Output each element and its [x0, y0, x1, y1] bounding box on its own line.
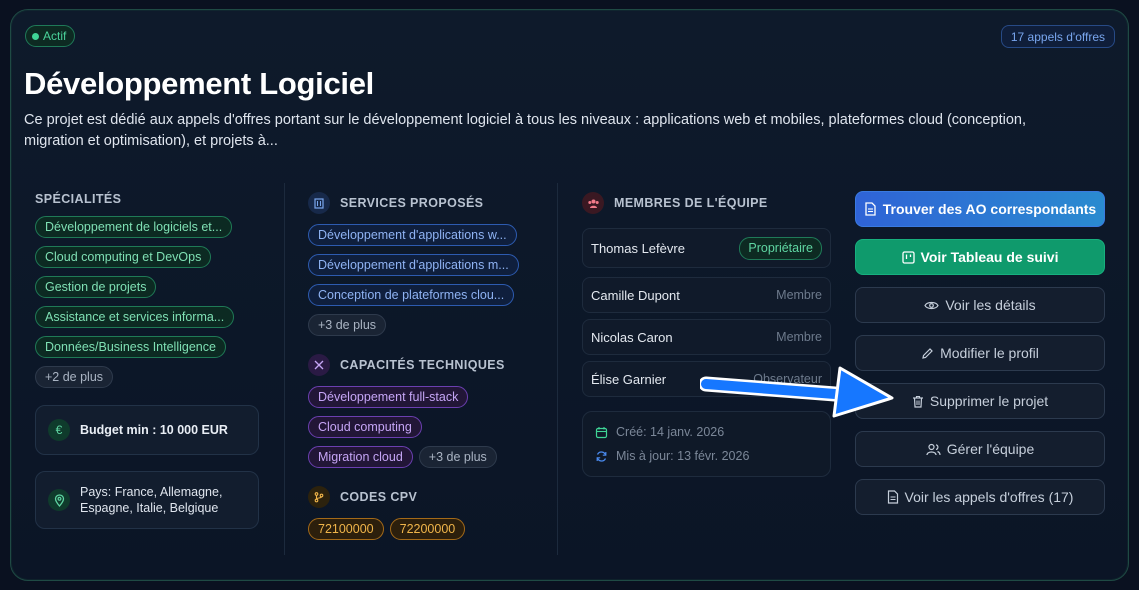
manage-team-button[interactable]: Gérer l'équipe — [855, 431, 1105, 467]
member-name: Élise Garnier — [591, 371, 667, 387]
service-tag: Développement d'applications m... — [308, 254, 519, 276]
services-title-label: SERVICES PROPOSÉS — [340, 196, 484, 210]
equipe-title: MEMBRES DE L'ÉQUIPE — [582, 192, 768, 214]
services-title: SERVICES PROPOSÉS — [308, 192, 483, 214]
services-more-tag[interactable]: +3 de plus — [308, 314, 387, 336]
member-role: Membre — [776, 330, 822, 344]
capacites-more-tag[interactable]: +3 de plus — [418, 446, 497, 468]
refresh-icon — [596, 450, 607, 462]
status-badge: Actif — [25, 25, 76, 47]
team-member-row[interactable]: Thomas Lefèvre Propriétaire — [582, 228, 831, 268]
find-ao-label: Trouver des AO correspondants — [882, 201, 1097, 217]
delete-project-label: Supprimer le projet — [929, 393, 1049, 409]
capacite-tag: Cloud computing — [308, 416, 422, 438]
details-button[interactable]: Voir les détails — [855, 287, 1105, 323]
status-dot-icon — [32, 32, 39, 40]
cpv-tag: 72200000 — [389, 518, 466, 540]
team-member-row[interactable]: Nicolas Caron Membre — [582, 319, 831, 355]
capacite-tag: Migration cloud — [308, 446, 413, 468]
updated-row: Mis à jour: 13 févr. 2026 — [595, 449, 749, 463]
specialites-more-tag[interactable]: +2 de plus — [35, 366, 114, 388]
view-ao-button[interactable]: Voir les appels d'offres (17) — [855, 479, 1105, 515]
member-role-badge: Propriétaire — [739, 236, 822, 260]
created-date: Créé: 14 janv. 2026 — [616, 425, 725, 439]
pays-label: Pays: France, Allemagne, Espagne, Italie… — [80, 485, 223, 515]
calendar-icon — [595, 426, 608, 438]
board-label: Voir Tableau de suivi — [920, 249, 1059, 265]
tools-icon — [308, 354, 330, 376]
location-pin-icon — [48, 489, 70, 511]
member-name: Nicolas Caron — [591, 329, 673, 345]
specialite-tag: Gestion de projets — [35, 276, 157, 298]
specialites-title: SPÉCIALITÉS — [35, 192, 121, 206]
budget-label: Budget min : 10 000 EUR — [80, 423, 228, 437]
ao-count-badge: 17 appels d'offres — [1000, 25, 1115, 48]
service-tag: Développement d'applications w... — [308, 224, 517, 246]
member-name: Camille Dupont — [591, 287, 680, 303]
service-tag: Conception de plateformes clou... — [308, 284, 515, 306]
find-ao-button[interactable]: Trouver des AO correspondants — [855, 191, 1105, 227]
board-button[interactable]: Voir Tableau de suivi — [855, 239, 1105, 275]
specialite-tag: Assistance et services informa... — [35, 306, 235, 328]
building-icon — [308, 192, 330, 214]
cpv-tag: 72100000 — [308, 518, 384, 540]
capacite-tag: Développement full-stack — [308, 386, 469, 408]
specialite-tag: Données/Business Intelligence — [35, 336, 226, 358]
created-row: Créé: 14 janv. 2026 — [595, 425, 724, 439]
member-name: Thomas Lefèvre — [591, 240, 685, 256]
document-icon — [865, 202, 876, 216]
member-role: Membre — [776, 288, 822, 302]
capacites-title-label: CAPACITÉS TECHNIQUES — [340, 358, 505, 372]
specialites-title-label: SPÉCIALITÉS — [35, 192, 122, 206]
pencil-icon — [922, 347, 933, 359]
euro-icon: € — [48, 419, 70, 441]
cpv-tags: 72100000 72200000 — [308, 518, 466, 540]
project-description: Ce projet est dédié aux appels d'offres … — [24, 112, 1026, 149]
page-title: Développement Logiciel — [24, 66, 374, 101]
specialite-tag: Cloud computing et DevOps — [35, 246, 212, 268]
specialites-tags: Développement de logiciels et... Cloud c… — [35, 216, 235, 388]
branch-icon — [308, 486, 330, 508]
specialite-tag: Développement de logiciels et... — [35, 216, 233, 238]
status-label: Actif — [43, 29, 67, 43]
users-outline-icon — [926, 443, 941, 455]
cpv-title: CODES CPV — [308, 486, 417, 508]
edit-profile-label: Modifier le profil — [940, 345, 1039, 361]
pointer-arrow-icon — [700, 366, 894, 418]
equipe-title-label: MEMBRES DE L'ÉQUIPE — [614, 196, 768, 210]
column-divider — [284, 183, 285, 555]
services-tags: Développement d'applications w... Dévelo… — [308, 224, 519, 336]
budget-box: € Budget min : 10 000 EUR — [35, 405, 259, 455]
file-text-icon — [887, 490, 898, 504]
users-icon — [582, 192, 604, 214]
cpv-title-label: CODES CPV — [340, 490, 418, 504]
team-member-row[interactable]: Camille Dupont Membre — [582, 277, 831, 313]
capacites-tags: Développement full-stack Cloud computing… — [308, 386, 497, 468]
column-divider — [557, 183, 558, 555]
eye-icon — [924, 301, 940, 309]
updated-date: Mis à jour: 13 févr. 2026 — [616, 449, 750, 463]
pays-box: Pays: France, Allemagne, Espagne, Italie… — [35, 471, 259, 529]
view-ao-label: Voir les appels d'offres (17) — [904, 489, 1074, 505]
trash-icon — [912, 395, 923, 408]
kanban-icon — [901, 250, 915, 264]
capacites-title: CAPACITÉS TECHNIQUES — [308, 354, 505, 376]
manage-team-label: Gérer l'équipe — [946, 441, 1035, 457]
dates-box: Créé: 14 janv. 2026 Mis à jour: 13 févr.… — [582, 411, 831, 477]
details-label: Voir les détails — [945, 297, 1036, 313]
